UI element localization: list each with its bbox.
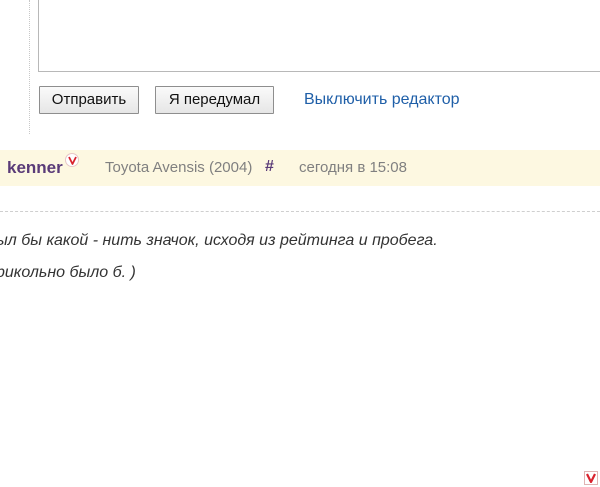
comment-author[interactable]: kenner — [7, 158, 63, 178]
comment-divider — [0, 211, 600, 212]
comment-body-line: ыл бы какой - нить значок, исходя из рей… — [0, 232, 438, 249]
toggle-editor-link[interactable]: Выключить редактор — [304, 91, 460, 109]
send-button[interactable]: Отправить — [39, 86, 139, 114]
comment-body-line: рикольно было б. ) — [0, 264, 136, 281]
reply-textarea[interactable] — [38, 0, 600, 72]
v-logo-icon — [584, 471, 598, 485]
comment-timestamp: сегодня в 15:08 — [299, 159, 407, 176]
verified-v-icon — [65, 153, 79, 167]
comment-permalink[interactable]: # — [265, 158, 274, 176]
comment-car[interactable]: Toyota Avensis (2004) — [105, 159, 252, 176]
thread-guide-line — [29, 0, 30, 134]
cancel-button[interactable]: Я передумал — [155, 86, 274, 114]
